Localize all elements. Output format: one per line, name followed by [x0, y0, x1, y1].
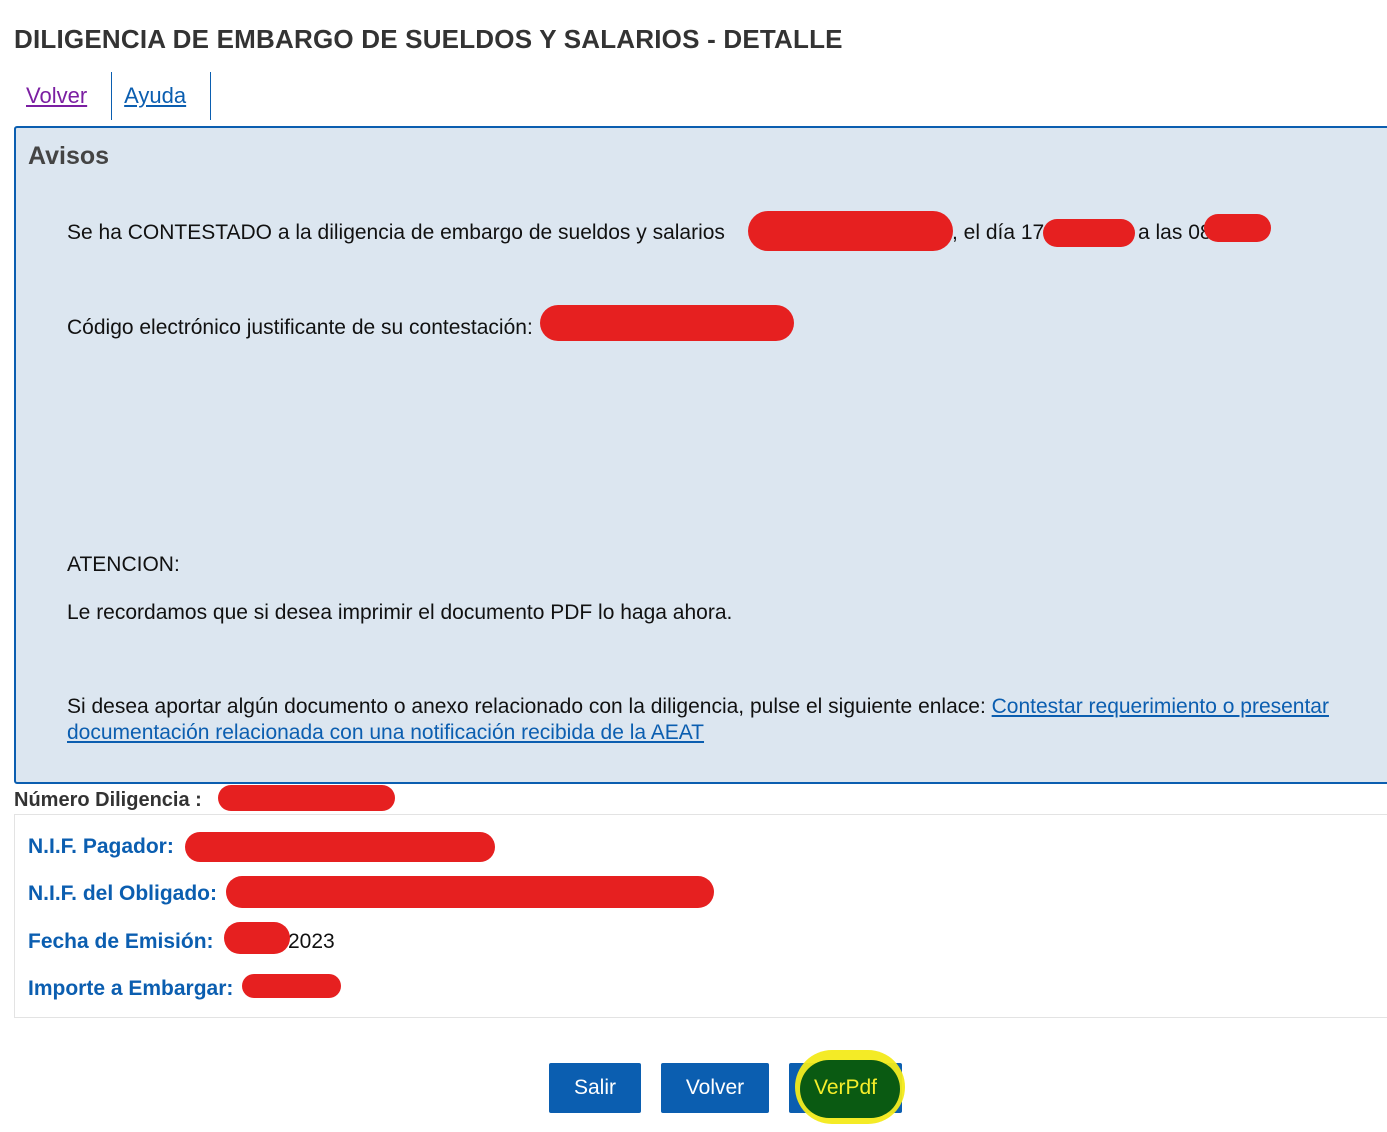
atencion-label: ATENCION: — [67, 553, 180, 576]
nif-obligado-label: N.I.F. del Obligado: — [28, 882, 217, 905]
nif-pagador-label: N.I.F. Pagador: — [28, 835, 174, 858]
enlace-message: Si desea aportar algún documento o anexo… — [67, 694, 1377, 746]
codigo-justificante: Código electrónico justificante de su co… — [67, 316, 533, 339]
page-title: DILIGENCIA DE EMBARGO DE SUELDOS Y SALAR… — [14, 24, 843, 54]
redaction-mark — [1204, 214, 1271, 242]
enlace-prefix: Si desea aportar algún documento o anexo… — [67, 695, 986, 718]
top-nav: Volver Ayuda — [14, 72, 212, 120]
fecha-emision-value: 2023 — [288, 930, 335, 953]
recordatorio-pdf: Le recordamos que si desea imprimir el d… — [67, 601, 733, 624]
numero-diligencia-label: Número Diligencia : — [14, 789, 202, 811]
redaction-mark — [224, 922, 290, 954]
redaction-mark — [540, 305, 794, 341]
redaction-mark — [748, 211, 953, 251]
contestado-message: Se ha CONTESTADO a la diligencia de emba… — [67, 221, 725, 245]
nav-ayuda-link[interactable]: Ayuda — [111, 72, 212, 120]
importe-label: Importe a Embargar: — [28, 977, 234, 1000]
verpdf-button[interactable]: VerPdf — [789, 1063, 902, 1113]
fecha-emision-label: Fecha de Emisión: — [28, 930, 214, 953]
redaction-mark — [185, 832, 495, 862]
avisos-heading: Avisos — [28, 142, 110, 170]
importe-field: Importe a Embargar: — [28, 977, 233, 1001]
redaction-mark — [218, 785, 395, 811]
redaction-mark — [1043, 219, 1135, 247]
nif-obligado-field: N.I.F. del Obligado: — [28, 882, 217, 906]
contestado-prefix: Se ha CONTESTADO a la diligencia de emba… — [67, 221, 725, 244]
salir-button[interactable]: Salir — [549, 1063, 641, 1113]
redaction-mark — [242, 974, 341, 998]
fecha-emision-field: Fecha de Emisión: — [28, 930, 214, 954]
volver-button[interactable]: Volver — [661, 1063, 769, 1113]
nav-volver-link[interactable]: Volver — [14, 72, 111, 120]
nif-pagador-field: N.I.F. Pagador: — [28, 835, 174, 859]
redaction-mark — [226, 876, 714, 908]
avisos-panel: Avisos Se ha CONTESTADO a la diligencia … — [14, 126, 1387, 784]
